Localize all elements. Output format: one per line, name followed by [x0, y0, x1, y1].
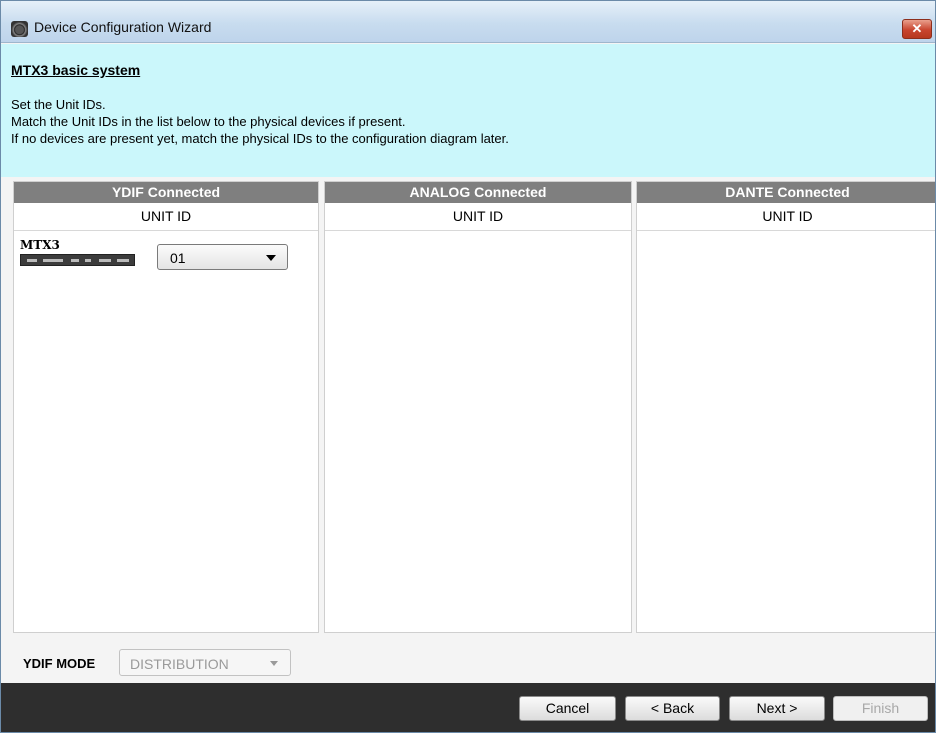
ydif-mode-label: YDIF MODE [23, 656, 96, 671]
device-entry: MTX3 [20, 238, 135, 266]
device-image [20, 254, 135, 266]
column-title: DANTE Connected [637, 182, 935, 203]
connection-columns: YDIF Connected UNIT ID MTX3 01 ANALOG Co… [10, 181, 935, 633]
column-subtitle: UNIT ID [637, 203, 935, 231]
ydif-column: YDIF Connected UNIT ID MTX3 01 [13, 181, 319, 633]
device-name: MTX3 [20, 238, 60, 252]
wizard-header: MTX3 basic system Set the Unit IDs. Matc… [1, 44, 935, 177]
instruction-line: If no devices are present yet, match the… [11, 131, 509, 146]
finish-button: Finish [833, 696, 928, 721]
wizard-window: Device Configuration Wizard ✕ MTX3 basic… [0, 0, 936, 733]
close-button[interactable]: ✕ [902, 19, 932, 39]
column-subtitle: UNIT ID [325, 203, 631, 231]
unit-id-value: 01 [170, 250, 186, 266]
dante-column: DANTE Connected UNIT ID [636, 181, 935, 633]
column-subtitle: UNIT ID [14, 203, 318, 231]
column-title: YDIF Connected [14, 182, 318, 203]
cancel-button[interactable]: Cancel [519, 696, 616, 721]
dropdown-arrow-icon [270, 661, 278, 666]
analog-column: ANALOG Connected UNIT ID [324, 181, 632, 633]
app-icon [11, 21, 28, 37]
page-title: MTX3 basic system [11, 62, 141, 78]
ydif-mode-select: DISTRIBUTION [119, 649, 291, 676]
ydif-mode-value: DISTRIBUTION [130, 656, 229, 672]
instruction-line: Match the Unit IDs in the list below to … [11, 114, 406, 129]
next-button[interactable]: Next > [729, 696, 825, 721]
title-bar: Device Configuration Wizard ✕ [1, 1, 935, 43]
dropdown-arrow-icon [266, 255, 276, 261]
column-title: ANALOG Connected [325, 182, 631, 203]
window-title: Device Configuration Wizard [34, 19, 212, 35]
unit-id-select[interactable]: 01 [157, 244, 288, 270]
instruction-line: Set the Unit IDs. [11, 97, 106, 112]
back-button[interactable]: < Back [625, 696, 720, 721]
button-bar: Cancel < Back Next > Finish [1, 683, 935, 732]
